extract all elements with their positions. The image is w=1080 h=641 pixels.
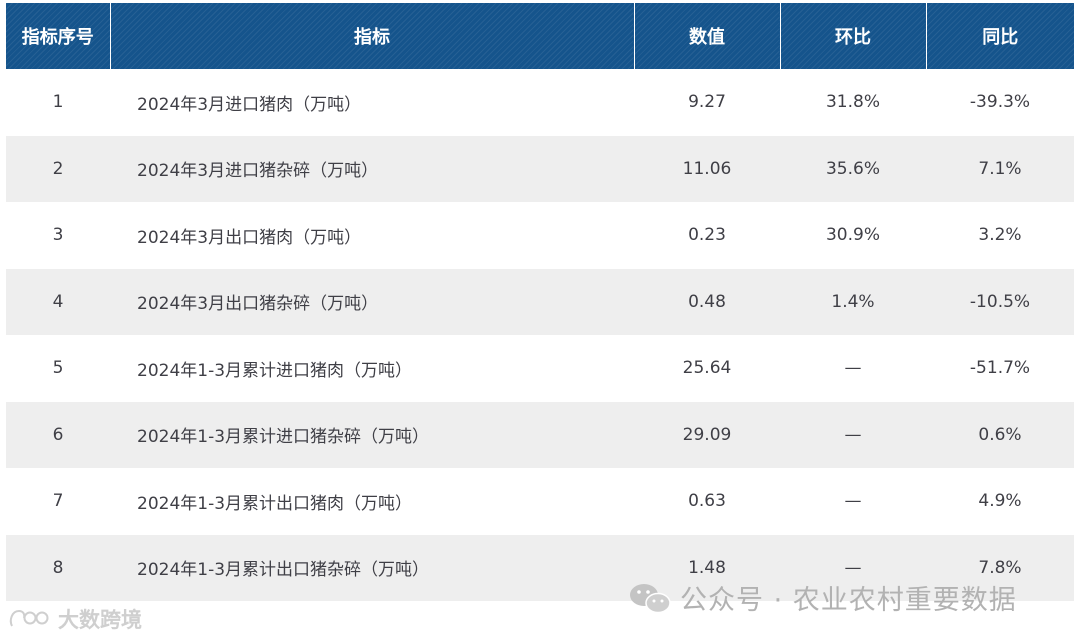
- cell-indicator: 2024年1-3月累计出口猪肉（万吨）: [137, 493, 413, 514]
- cell-indicator: 2024年3月出口猪肉（万吨）: [137, 227, 362, 248]
- cell-value: 0.23: [688, 225, 726, 246]
- header-indicator: 指标: [109, 3, 634, 69]
- brand-text: 大数跨境: [58, 608, 142, 632]
- cell-yoy: -51.7%: [969, 358, 1031, 379]
- header-index: 指标序号: [6, 3, 110, 69]
- table-row: 1 2024年3月进口猪肉（万吨） 9.27 31.8% -39.3%: [6, 69, 1074, 136]
- brand-logo-icon: [9, 609, 49, 627]
- cell-value: 0.63: [688, 491, 726, 512]
- cell-value: 25.64: [682, 358, 732, 379]
- table-row: 6 2024年1-3月累计进口猪杂碎（万吨） 29.09 — 0.6%: [6, 401, 1074, 468]
- cell-mom: 31.8%: [825, 92, 880, 113]
- table-row: 5 2024年1-3月累计进口猪肉（万吨） 25.64 — -51.7%: [6, 335, 1074, 402]
- cell-yoy: 0.6%: [926, 401, 1074, 468]
- table-header: 指标序号 指标 数值 环比 同比: [6, 3, 1074, 69]
- table-row: 3 2024年3月出口猪肉（万吨） 0.23 30.9% 3.2%: [6, 202, 1074, 269]
- cell-indicator: 2024年3月进口猪杂碎（万吨）: [110, 135, 634, 202]
- header-row: 指标序号 指标 数值 环比 同比: [6, 3, 1074, 69]
- cell-indicator: 2024年3月进口猪肉（万吨）: [137, 94, 362, 115]
- cell-index: 3: [52, 225, 64, 246]
- cell-indicator: 2024年3月出口猪杂碎（万吨）: [110, 268, 634, 335]
- cell-index: 4: [6, 268, 110, 335]
- cell-value: 0.48: [634, 268, 780, 335]
- table-body: 1 2024年3月进口猪肉（万吨） 9.27 31.8% -39.3% 2 20…: [6, 69, 1074, 601]
- table-row: 2 2024年3月进口猪杂碎（万吨） 11.06 35.6% 7.1%: [6, 135, 1074, 202]
- cell-mom: 35.6%: [780, 135, 926, 202]
- table-row: 4 2024年3月出口猪杂碎（万吨） 0.48 1.4% -10.5%: [6, 268, 1074, 335]
- cell-yoy: 4.9%: [978, 491, 1022, 512]
- header-value: 数值: [633, 3, 780, 69]
- data-table: 指标序号 指标 数值 环比 同比 1 2024年3月进口猪肉（万吨） 9.27 …: [6, 3, 1074, 601]
- cell-value: 29.09: [634, 401, 780, 468]
- header-mom: 环比: [779, 3, 926, 69]
- cell-index: 8: [6, 534, 110, 601]
- table-row: 7 2024年1-3月累计出口猪肉（万吨） 0.63 — 4.9%: [6, 468, 1074, 535]
- cell-index: 6: [6, 401, 110, 468]
- watermark-text: 公众号 · 农业农村重要数据: [680, 585, 1017, 616]
- page: 指标序号 指标 数值 环比 同比 1 2024年3月进口猪肉（万吨） 9.27 …: [0, 0, 1080, 641]
- cell-yoy: -10.5%: [926, 268, 1074, 335]
- cell-indicator: 2024年1-3月累计进口猪杂碎（万吨）: [110, 401, 634, 468]
- cell-value: 9.27: [688, 92, 726, 113]
- cell-value: 11.06: [634, 135, 780, 202]
- cell-mom: —: [844, 358, 862, 379]
- header-yoy: 同比: [925, 3, 1074, 69]
- wechat-watermark: 公众号 · 农业农村重要数据: [628, 578, 1017, 617]
- cell-mom: —: [780, 401, 926, 468]
- brand-watermark: 大数跨境: [8, 604, 142, 634]
- cell-index: 7: [52, 491, 64, 512]
- cell-indicator: 2024年1-3月累计进口猪肉（万吨）: [137, 360, 413, 381]
- cell-yoy: -39.3%: [969, 92, 1031, 113]
- cell-index: 2: [6, 135, 110, 202]
- cell-mom: 30.9%: [825, 225, 880, 246]
- wechat-icon: [630, 583, 671, 613]
- cell-mom: 1.4%: [780, 268, 926, 335]
- cell-mom: —: [844, 491, 862, 512]
- cell-yoy: 7.1%: [926, 135, 1074, 202]
- cell-indicator: 2024年1-3月累计出口猪杂碎（万吨）: [110, 534, 634, 601]
- cell-yoy: 3.2%: [978, 225, 1022, 246]
- cell-index: 5: [52, 358, 64, 379]
- cell-index: 1: [52, 92, 64, 113]
